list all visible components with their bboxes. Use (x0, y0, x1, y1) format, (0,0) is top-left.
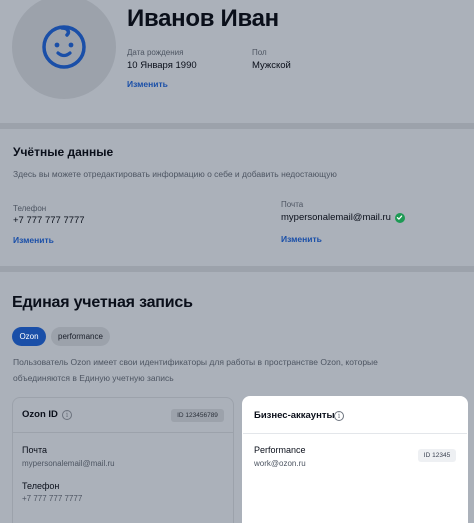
phone-label: Телефон (13, 204, 47, 213)
tab-ozon[interactable]: Ozon (12, 327, 46, 346)
info-icon[interactable]: i (62, 410, 72, 420)
gender-value: Мужской (252, 60, 291, 71)
email-row: mypersonalemail@mail.ru (281, 212, 405, 223)
ozon-email-value: mypersonalemail@mail.ru (22, 459, 115, 468)
business-account-name: Performance (254, 445, 306, 455)
business-account-email: work@ozon.ru (254, 459, 306, 468)
birth-date-value: 10 Января 1990 (127, 60, 197, 71)
unified-description-line2: объединяются в Единую учетную запись (13, 373, 174, 383)
ozon-phone-value: +7 777 777 7777 (22, 494, 83, 503)
section-divider (0, 266, 474, 272)
email-value: mypersonalemail@mail.ru (281, 212, 391, 223)
edit-profile-link[interactable]: Изменить (127, 79, 168, 89)
ozon-email-label: Почта (22, 445, 47, 455)
email-label: Почта (281, 200, 304, 209)
business-accounts-title: Бизнес-аккаунты (254, 410, 335, 421)
business-account-id-badge: ID 12345 (418, 449, 456, 462)
check-circle-icon (394, 212, 405, 223)
profile-name: Иванов Иван (127, 5, 279, 32)
gender-label: Пол (252, 48, 267, 57)
account-section-description: Здесь вы можете отредактировать информац… (13, 169, 337, 179)
birth-date-label: Дата рождения (127, 48, 184, 57)
baby-face-icon (42, 25, 86, 69)
card-divider (13, 432, 233, 433)
edit-phone-link[interactable]: Изменить (13, 235, 54, 245)
unified-description-line1: Пользователь Ozon имеет свои идентификат… (13, 357, 378, 367)
tab-performance[interactable]: performance (51, 327, 110, 346)
edit-email-link[interactable]: Изменить (281, 234, 322, 244)
ozon-phone-label: Телефон (22, 481, 60, 491)
ozon-id-badge: ID 123456789 (171, 409, 224, 422)
account-section-title: Учётные данные (13, 145, 114, 159)
unified-account-title: Единая учетная запись (12, 294, 193, 311)
avatar[interactable] (12, 0, 116, 99)
ozon-id-title: Ozon ID (22, 409, 58, 420)
info-icon[interactable]: i (334, 411, 344, 421)
phone-value: +7 777 777 7777 (13, 215, 85, 226)
section-divider (0, 123, 474, 129)
